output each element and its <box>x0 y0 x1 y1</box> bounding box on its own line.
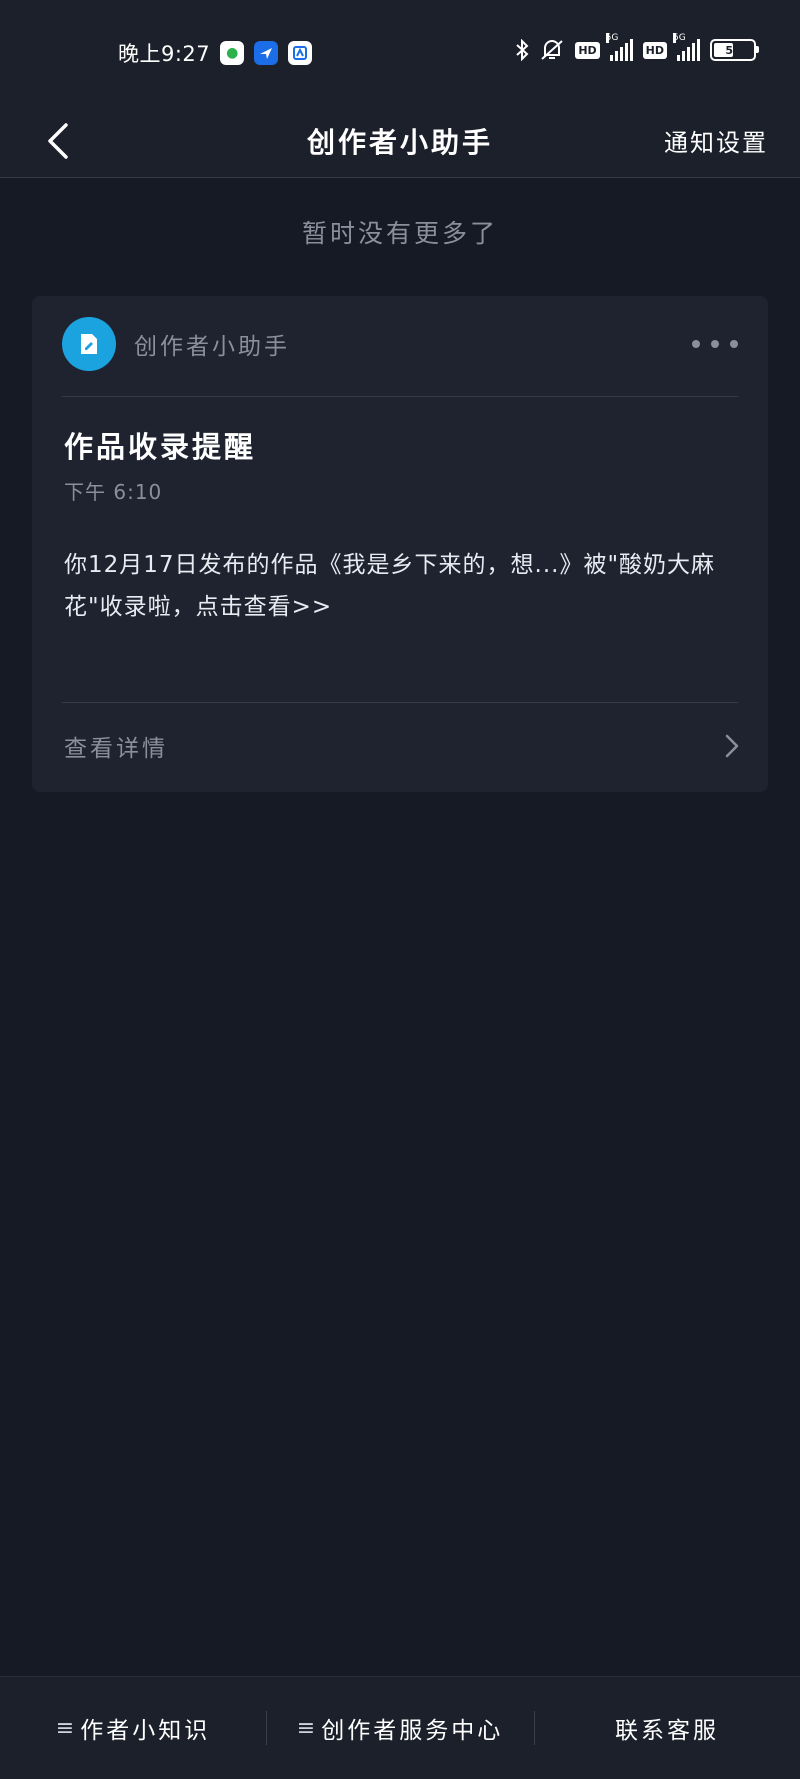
more-options-button[interactable] <box>692 330 738 358</box>
avatar[interactable] <box>62 317 116 371</box>
card-header: 创作者小助手 <box>62 316 738 372</box>
network-type-label: 5G <box>605 33 619 43</box>
message-time: 下午 6:10 <box>64 480 163 504</box>
chat-app-icon: ● <box>220 41 245 65</box>
menu-icon: ≡ <box>55 1715 75 1741</box>
divider <box>62 396 738 397</box>
edit-document-icon <box>81 334 97 354</box>
more-dot-icon <box>692 340 700 348</box>
signal-strength-icon-2: 5G <box>673 33 700 61</box>
no-more-text: 暂时没有更多了 <box>301 219 498 248</box>
more-dot-icon <box>730 340 738 348</box>
nav-bar: 创作者小助手 通知设置 <box>0 104 800 178</box>
battery-icon: 50 <box>710 39 759 61</box>
bird-app-icon <box>254 41 279 65</box>
author-tips-button[interactable]: ≡ 作者小知识 <box>0 1677 266 1779</box>
message-title: 作品收录提醒 <box>64 430 257 464</box>
more-dot-icon <box>711 340 719 348</box>
notification-settings-button[interactable]: 通知设置 <box>664 104 768 177</box>
sender-name: 创作者小助手 <box>134 334 290 360</box>
message-card[interactable]: 创作者小助手 作品收录提醒 下午 6:10 你12月17日发布的作品《我是乡下来… <box>32 296 768 792</box>
view-details-label: 查看详情 <box>64 736 168 762</box>
mute-bell-icon <box>539 38 565 62</box>
author-tips-label: 作者小知识 <box>80 1718 211 1744</box>
signal-strength-icon: 5G <box>605 33 633 61</box>
bottom-bar: ≡ 作者小知识 ≡ 创作者服务中心 联系客服 <box>0 1676 800 1779</box>
network-type-label-2: 5G <box>673 33 686 43</box>
battery-percent: 50 <box>725 43 741 57</box>
contact-support-button[interactable]: 联系客服 <box>534 1677 800 1779</box>
bluetooth-icon <box>515 39 529 61</box>
status-right: HD 5G HD 5G 50 <box>515 33 759 62</box>
hd-badge-2: HD <box>642 41 667 59</box>
creator-service-center-button[interactable]: ≡ 创作者服务中心 <box>266 1677 534 1779</box>
chevron-right-icon <box>725 734 739 758</box>
news-app-icon <box>288 41 313 65</box>
hd-badge: HD <box>575 41 600 59</box>
status-time: 晚上9:27 <box>118 42 211 66</box>
creator-service-center-label: 创作者服务中心 <box>321 1718 504 1744</box>
view-details-row[interactable]: 查看详情 <box>64 706 740 786</box>
contact-support-label: 联系客服 <box>615 1718 719 1744</box>
menu-icon: ≡ <box>296 1715 316 1741</box>
message-body[interactable]: 你12月17日发布的作品《我是乡下来的，想...》被"酸奶大麻花"收录啦，点击查… <box>64 544 734 628</box>
status-left: 晚上9:27 ● <box>118 38 313 68</box>
status-bar: 晚上9:27 ● HD 5G HD 5G 50 <box>0 0 800 104</box>
divider <box>62 702 738 703</box>
